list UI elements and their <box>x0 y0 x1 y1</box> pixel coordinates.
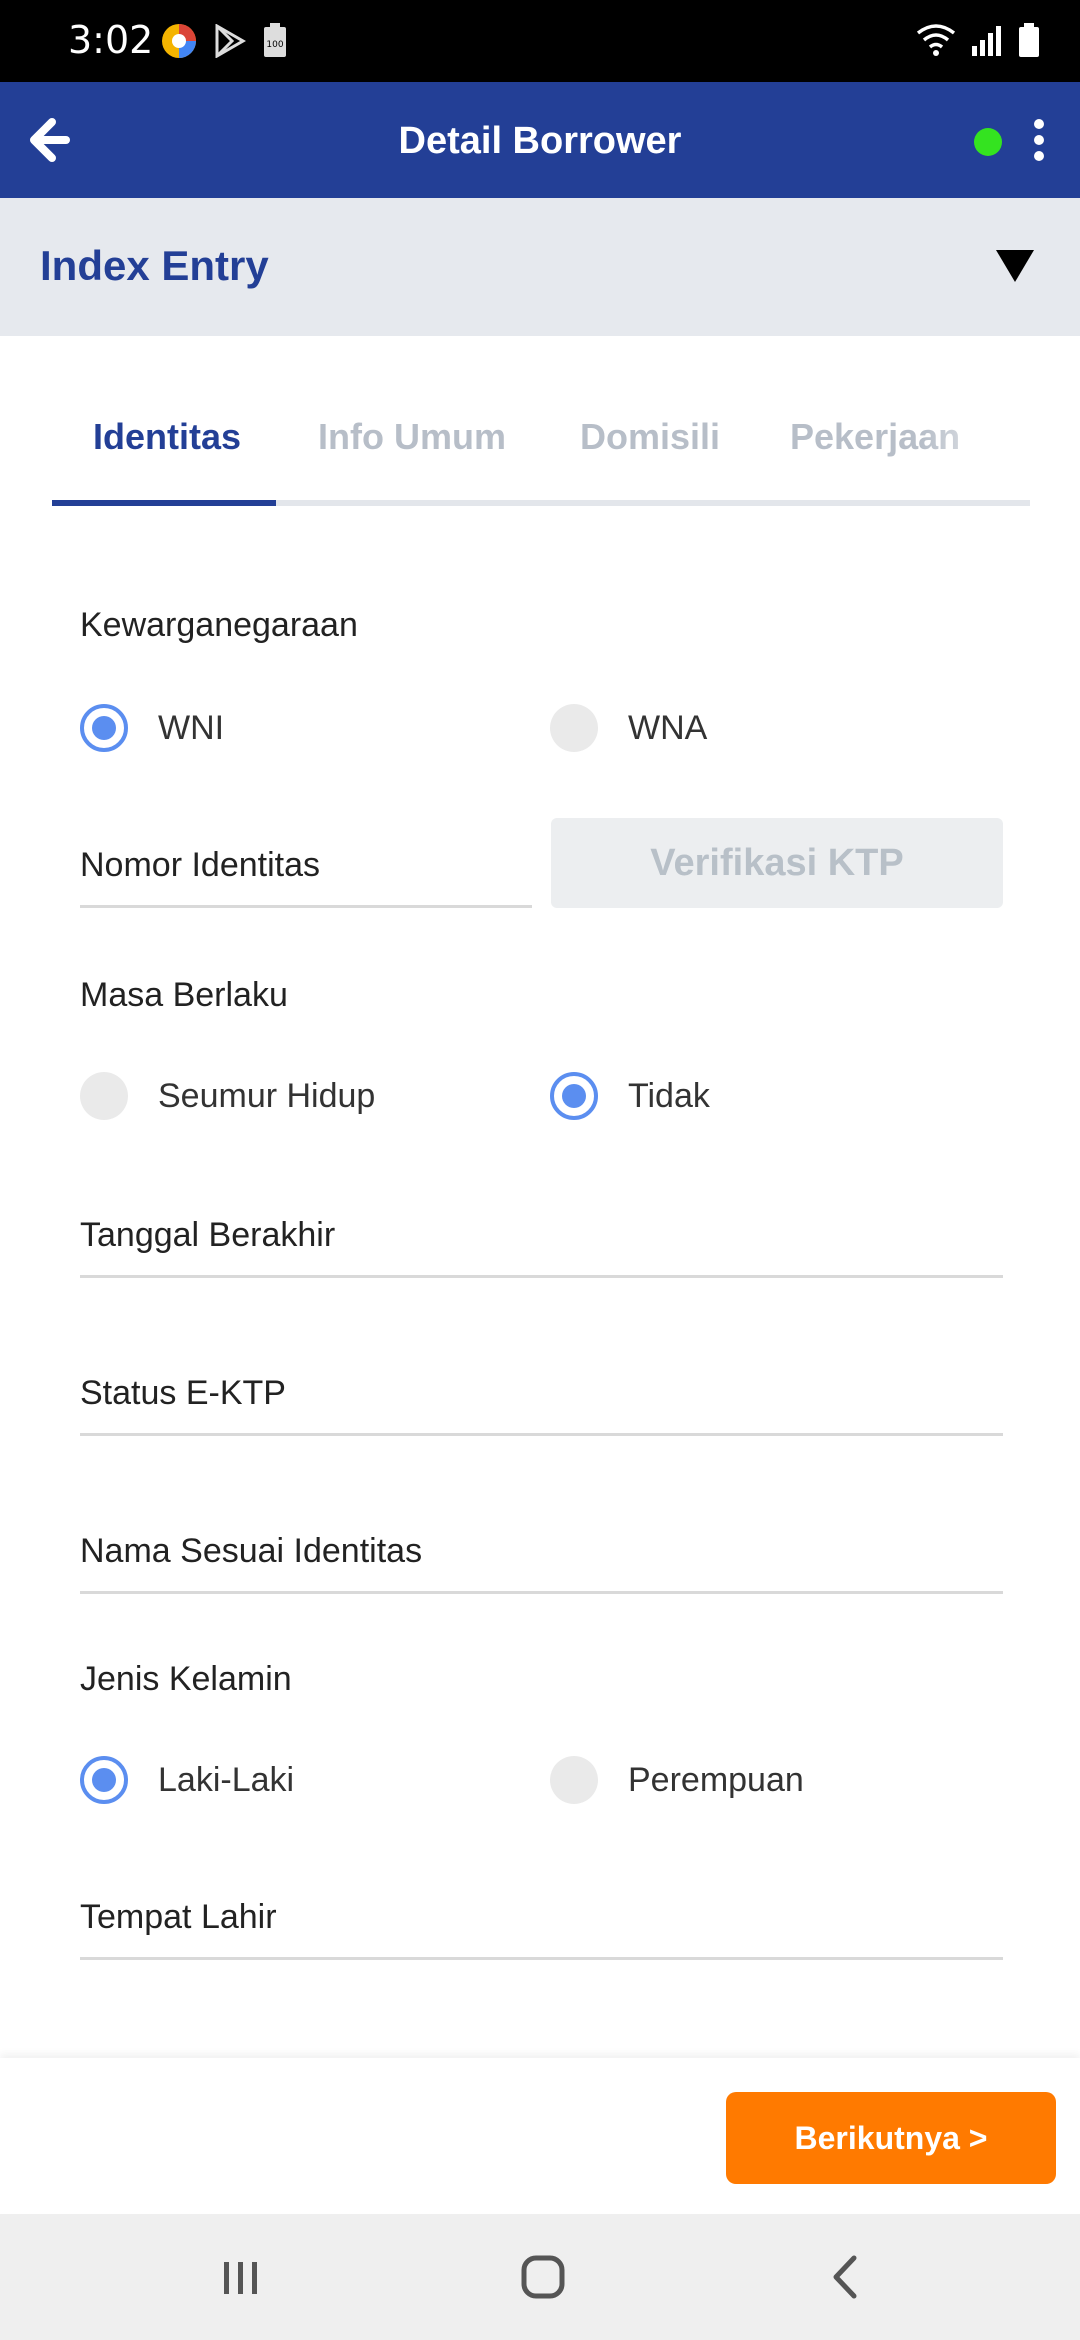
online-status-dot <box>974 128 1002 156</box>
radio-seumur-hidup-label: Seumur Hidup <box>158 1076 376 1115</box>
validity-label: Masa Berlaku <box>80 976 288 1014</box>
dropdown-caret-icon <box>996 250 1034 282</box>
radio-wna[interactable]: WNA <box>550 704 707 752</box>
citizenship-label: Kewarganegaraan <box>80 606 358 644</box>
tab-domisili[interactable]: Domisili <box>580 416 720 458</box>
radio-tidak-label: Tidak <box>628 1076 710 1115</box>
back-nav-icon[interactable] <box>812 2242 882 2312</box>
tab-identitas[interactable]: Identitas <box>93 416 241 458</box>
tab-indicator <box>52 500 276 506</box>
radio-tidak-control[interactable] <box>550 1072 598 1120</box>
radio-perempuan-control[interactable] <box>550 1756 598 1804</box>
radio-wni[interactable]: WNI <box>80 704 224 752</box>
page-title: Detail Borrower <box>398 120 682 162</box>
end-date-label: Tanggal Berakhir <box>80 1216 336 1254</box>
system-nav-bar <box>0 2214 1080 2340</box>
radio-perempuan-label: Perempuan <box>628 1760 804 1799</box>
home-icon[interactable] <box>508 2242 578 2312</box>
birthplace-label: Tempat Lahir <box>80 1898 277 1936</box>
radio-laki-laki-label: Laki-Laki <box>158 1760 295 1799</box>
radio-wna-label: WNA <box>628 708 708 747</box>
ektp-status-label: Status E-KTP <box>80 1374 286 1412</box>
next-button[interactable]: Berikutnya > <box>726 2092 1056 2184</box>
id-number-label: Nomor Identitas <box>80 846 320 884</box>
radio-wna-control[interactable] <box>550 704 598 752</box>
svg-text:100: 100 <box>266 40 283 50</box>
end-date-field[interactable]: Tanggal Berakhir <box>80 1196 1003 1278</box>
app-bar: Detail Borrower <box>0 82 1080 198</box>
radio-laki-laki[interactable]: Laki-Laki <box>80 1756 294 1804</box>
status-bar: 3:02 100 <box>0 0 1080 82</box>
photos-icon <box>162 24 196 58</box>
radio-seumur-hidup[interactable]: Seumur Hidup <box>80 1072 375 1120</box>
tab-info-umum[interactable]: Info Umum <box>318 416 506 458</box>
battery-icon <box>1019 23 1039 57</box>
radio-tidak[interactable]: Tidak <box>550 1072 710 1120</box>
radio-laki-laki-control[interactable] <box>80 1756 128 1804</box>
recent-apps-icon[interactable] <box>206 2242 276 2312</box>
status-time: 3:02 <box>68 18 154 62</box>
name-field[interactable]: Nama Sesuai Identitas <box>80 1512 1003 1594</box>
id-number-field[interactable]: Nomor Identitas <box>80 818 532 908</box>
radio-wni-control[interactable] <box>80 704 128 752</box>
more-options-icon[interactable] <box>1024 116 1054 166</box>
signal-icon <box>972 26 1001 56</box>
radio-seumur-hidup-control[interactable] <box>80 1072 128 1120</box>
birthplace-field[interactable]: Tempat Lahir <box>80 1878 1003 1960</box>
verify-ktp-button[interactable]: Verifikasi KTP <box>551 818 1003 908</box>
index-entry-dropdown[interactable]: Index Entry <box>0 198 1080 336</box>
name-label: Nama Sesuai Identitas <box>80 1532 423 1570</box>
ektp-status-field[interactable]: Status E-KTP <box>80 1354 1003 1436</box>
tab-bar: Identitas Info Umum Domisili Pekerjaan <box>52 398 1032 508</box>
index-entry-label: Index Entry <box>40 242 269 289</box>
battery-saver-icon: 100 <box>264 23 286 57</box>
radio-perempuan[interactable]: Perempuan <box>550 1756 804 1804</box>
play-store-icon <box>215 24 246 58</box>
radio-wni-label: WNI <box>158 708 225 747</box>
wifi-icon <box>916 24 956 56</box>
gender-label: Jenis Kelamin <box>80 1660 292 1698</box>
